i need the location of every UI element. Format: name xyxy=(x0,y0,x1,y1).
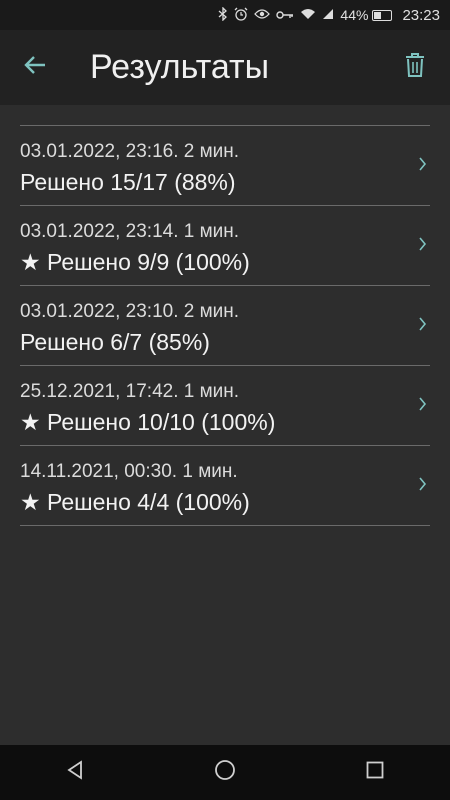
system-nav-bar xyxy=(0,745,450,800)
chevron-right-icon xyxy=(416,152,430,176)
result-score: ★ Решено 4/4 (100%) xyxy=(20,489,250,515)
chevron-right-icon xyxy=(416,392,430,416)
results-list: 03.01.2022, 23:16. 2 мин. Решено 15/17 (… xyxy=(20,125,430,526)
result-meta: 14.11.2021, 00:30. 1 мин. xyxy=(20,461,238,482)
chevron-right-icon xyxy=(416,312,430,336)
signal-icon xyxy=(322,8,334,23)
battery-icon xyxy=(372,9,393,21)
clock: 23:23 xyxy=(402,6,440,24)
status-bar: 44% 23:23 xyxy=(0,0,450,30)
home-circle-icon xyxy=(214,759,236,786)
result-row[interactable]: 03.01.2022, 23:14. 1 мин. ★ Решено 9/9 (… xyxy=(20,206,430,286)
battery-percent: 44% xyxy=(340,7,369,23)
back-triangle-icon xyxy=(65,760,85,785)
nav-back-button[interactable] xyxy=(45,745,105,800)
result-score: Решено 6/7 (85%) xyxy=(20,329,210,355)
alarm-icon xyxy=(234,7,248,24)
recents-square-icon xyxy=(366,761,384,784)
result-meta: 25.12.2021, 17:42. 1 мин. xyxy=(20,381,240,402)
arrow-left-icon xyxy=(23,55,47,80)
wifi-icon xyxy=(300,8,316,23)
back-button[interactable] xyxy=(0,30,70,105)
page-title: Результаты xyxy=(90,48,270,86)
result-score: ★ Решено 9/9 (100%) xyxy=(20,249,250,275)
trash-icon xyxy=(404,52,426,83)
nav-home-button[interactable] xyxy=(195,745,255,800)
result-row[interactable]: 14.11.2021, 00:30. 1 мин. ★ Решено 4/4 (… xyxy=(20,446,430,526)
nav-recents-button[interactable] xyxy=(345,745,405,800)
key-icon xyxy=(276,8,294,23)
result-row[interactable]: 25.12.2021, 17:42. 1 мин. ★ Решено 10/10… xyxy=(20,366,430,446)
eye-icon xyxy=(254,8,271,23)
result-meta: 03.01.2022, 23:10. 2 мин. xyxy=(20,301,240,322)
bluetooth-icon xyxy=(218,5,228,24)
chevron-right-icon xyxy=(416,472,430,496)
result-meta: 03.01.2022, 23:16. 2 мин. xyxy=(20,141,240,162)
result-row[interactable]: 03.01.2022, 23:16. 2 мин. Решено 15/17 (… xyxy=(20,126,430,206)
result-row[interactable]: 03.01.2022, 23:10. 2 мин. Решено 6/7 (85… xyxy=(20,286,430,366)
result-score: ★ Решено 10/10 (100%) xyxy=(20,409,276,435)
delete-button[interactable] xyxy=(380,30,450,105)
app-bar: Результаты xyxy=(0,30,450,105)
chevron-right-icon xyxy=(416,232,430,256)
result-score: Решено 15/17 (88%) xyxy=(20,169,236,195)
result-meta: 03.01.2022, 23:14. 1 мин. xyxy=(20,221,240,242)
